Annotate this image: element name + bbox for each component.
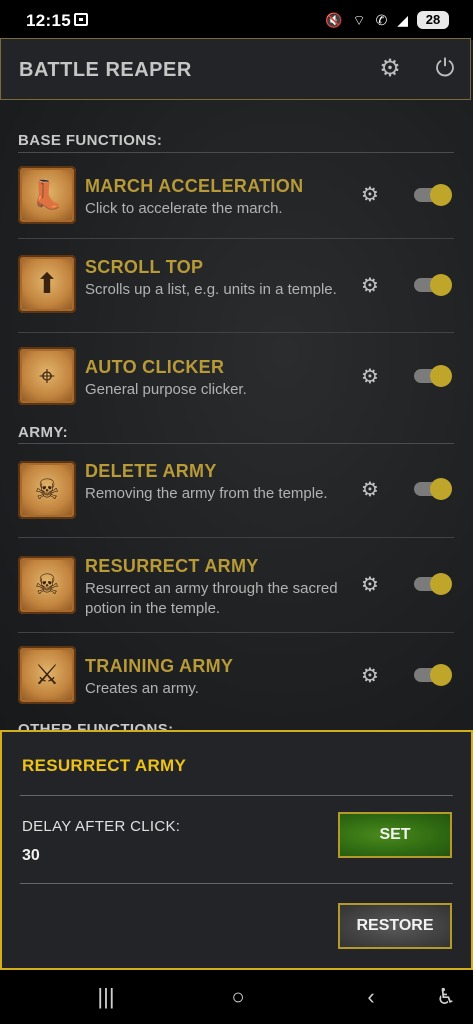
skeleton-plus-icon: ☠ [18,556,76,614]
item-settings-gear-icon[interactable]: ⚙ [359,275,381,297]
divider [18,332,454,333]
item-toggle[interactable] [414,184,452,206]
divider [18,152,454,153]
restore-button[interactable]: RESTORE [338,903,452,949]
item-title: RESURRECT ARMY [85,556,259,576]
item-title: TRAINING ARMY [85,656,234,676]
item-toggle[interactable] [414,478,452,500]
battery-icon: 28 [417,11,449,29]
delay-value[interactable]: 30 [22,847,40,865]
screenshot-indicator-icon [74,13,88,26]
item-toggle[interactable] [414,274,452,296]
item-toggle[interactable] [414,365,452,387]
divider [18,537,454,538]
item-settings-gear-icon[interactable]: ⚙ [359,184,381,206]
item-title: DELETE ARMY [85,461,217,481]
recent-apps-icon[interactable]: ||| [92,984,120,1010]
divider [20,883,453,884]
soldier-plus-icon: ⚔ [18,646,76,704]
item-description: Creates an army. [85,680,199,697]
gear-icon[interactable]: ⚙ [377,56,403,82]
divider [18,632,454,633]
home-icon[interactable]: ○ [224,984,252,1010]
status-time: 12:15 [26,11,71,30]
section-base-functions: BASE FUNCTIONS: [18,132,163,149]
divider [18,443,454,444]
item-description: Click to accelerate the march. [85,200,283,217]
item-title: AUTO CLICKER [85,357,225,377]
item-title: SCROLL TOP [85,257,204,277]
status-bar: 12:15 🔇 ⌔ ✆ ◢ 28 [0,0,473,40]
item-title: MARCH ACCELERATION [85,176,304,196]
item-toggle[interactable] [414,664,452,686]
back-icon[interactable]: ‹ [357,984,385,1010]
panel-title: RESURRECT ARMY [22,756,187,775]
navigation-bar: ||| ○ ‹ ♿ [0,970,473,1024]
boot-icon: 👢 [18,166,76,224]
crosshair-icon: ⌖ [18,347,76,405]
set-button[interactable]: SET [338,812,452,858]
skeleton-delete-icon: ☠ [18,461,76,519]
item-settings-gear-icon[interactable]: ⚙ [359,366,381,388]
divider [18,238,454,239]
status-icons: 🔇 ⌔ ✆ ◢ [325,12,411,28]
item-description: Resurrect an army through the sacred pot… [85,580,338,617]
divider [20,795,453,796]
power-icon[interactable]: ⏻ [432,56,458,82]
function-list[interactable]: BASE FUNCTIONS: 👢 MARCH ACCELERATION Cli… [0,100,473,730]
item-description: General purpose clicker. [85,381,247,398]
delay-label: DELAY AFTER CLICK: [22,818,181,835]
item-toggle[interactable] [414,573,452,595]
item-description: Removing the army from the temple. [85,485,328,502]
item-settings-gear-icon[interactable]: ⚙ [359,574,381,596]
app-title: BATTLE REAPER [19,59,192,81]
item-settings-gear-icon[interactable]: ⚙ [359,665,381,687]
item-settings-gear-icon[interactable]: ⚙ [359,479,381,501]
arrow-up-icon: ⬆ [18,255,76,313]
accessibility-icon[interactable]: ♿ [432,984,460,1010]
app-header: BATTLE REAPER ⚙ ⏻ [0,38,471,100]
item-settings-panel: RESURRECT ARMY DELAY AFTER CLICK: 30 SET… [0,730,473,970]
section-army: ARMY: [18,424,69,441]
section-other-functions: OTHER FUNCTIONS: [18,721,174,730]
item-description: Scrolls up a list, e.g. units in a templ… [85,281,337,298]
